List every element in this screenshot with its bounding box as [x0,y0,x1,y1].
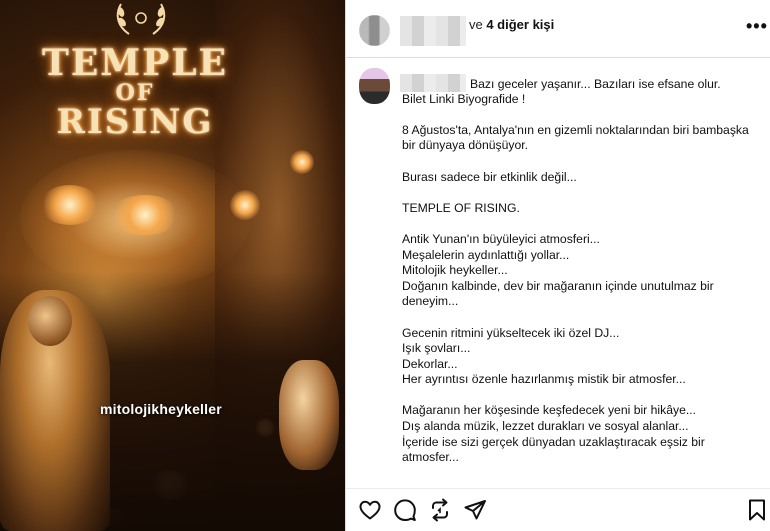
caption-line: Mağaranın her köşesinde keşfedecek yeni … [402,403,697,418]
caption-line [402,107,762,123]
author-username-blurred[interactable] [400,16,466,46]
share-icon[interactable] [463,498,487,522]
caption-line: Doğanın kalbinde, dev bir mağaranın için… [402,278,714,293]
author-avatar[interactable] [359,15,390,46]
bookmark-icon[interactable] [745,498,769,522]
collab-count: 4 diğer kişi [486,17,555,32]
caption-line [402,154,762,170]
caption-line [402,388,762,404]
caption-line: Burası sadece bir etkinlik değil... [402,169,577,184]
caption-line: Her ayrıntısı özenle hazırlanmış mistik … [402,372,686,387]
caption-line: İçeride ise sizi gerçek dünyadan uzaklaş… [402,434,705,449]
watermark-prefix: mitolojik [100,401,160,417]
post-image[interactable]: TEMPLE OF RISING mitolojikheykeller [0,0,345,531]
caption-body: Bilet Linki Biyografide ! 8 Ağustos'ta, … [402,76,762,466]
collab-prefix: ve [469,17,487,32]
action-bar [346,488,770,531]
caption-line [402,185,762,201]
repost-icon[interactable] [428,498,452,522]
watermark-suffix: heykeller [159,401,222,417]
caption-line: Antik Yunan'ın büyüleyici atmosferi... [402,231,600,246]
image-watermark: mitolojikheykeller [100,401,222,417]
caption-line: Dış alanda müzik, lezzet durakları ve so… [402,419,689,434]
caption-line: Bilet Linki Biyografide ! [402,91,526,106]
torch-light [290,150,314,174]
instagram-post: TEMPLE OF RISING mitolojikheykeller ve 4… [0,0,770,531]
torch-light [230,190,260,220]
caption-line [402,216,762,232]
stage-light [110,195,180,235]
caption-line: Işık şovları... [402,341,471,356]
comment-icon[interactable] [393,498,417,522]
caption-line: bir dünyaya dönüşüyor. [402,138,529,153]
poster-title-line1: TEMPLE [42,42,228,84]
statue-right [279,360,339,470]
caption-avatar[interactable] [359,68,390,104]
more-options-button[interactable]: ••• [746,17,768,35]
caption-line: Mitolojik heykeller... [402,263,508,278]
heart-icon[interactable] [358,498,382,522]
stage-light [40,185,100,225]
caption-line: 8 Ağustos'ta, Antalya'nın en gizemli nok… [402,122,749,137]
caption-line: TEMPLE OF RISING. [402,200,520,215]
laurel-wreath-icon [116,3,166,35]
statue-head [28,296,72,346]
caption-line [402,76,762,92]
caption-line: Meşalelerin aydınlattığı yollar... [402,247,570,262]
collaborators-text[interactable]: ve 4 diğer kişi [469,17,554,32]
poster-title-line3: RISING [56,102,214,142]
caption-line: Dekorlar... [402,356,458,371]
caption-line: deneyim... [402,294,459,309]
caption-line: Gecenin ritmini yükseltecek iki özel DJ.… [402,325,620,340]
caption-line: atmosfer... [402,450,459,465]
caption-line [402,310,762,326]
